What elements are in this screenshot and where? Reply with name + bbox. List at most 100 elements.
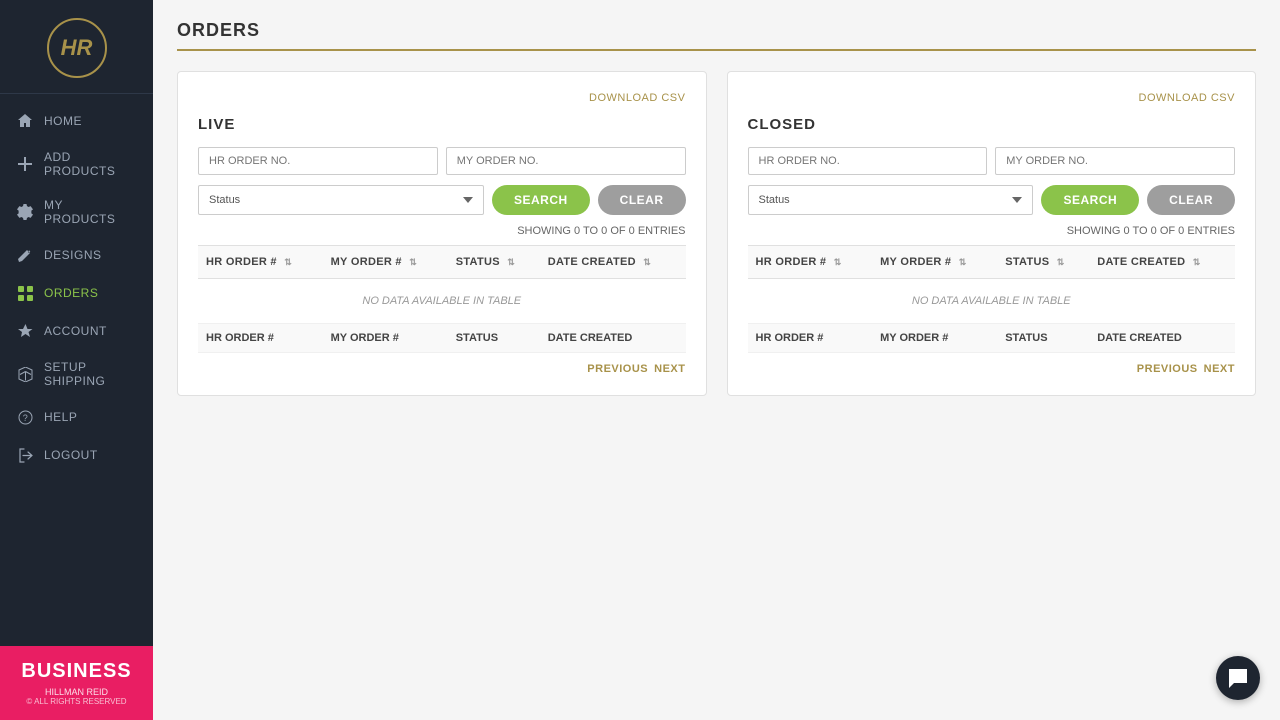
closed-download-csv-link[interactable]: DOWNLOAD CSV — [1139, 92, 1235, 104]
closed-th-date-created[interactable]: DATE CREATED ⇅ — [1089, 246, 1235, 279]
live-footer-status: STATUS — [448, 324, 540, 353]
sidebar-logo: HR — [0, 0, 153, 94]
gear-icon — [16, 203, 34, 221]
closed-footer-hr-order: HR ORDER # — [748, 324, 873, 353]
closed-table-header-row: HR ORDER # ⇅ MY ORDER # ⇅ STATUS ⇅ DAT — [748, 246, 1236, 279]
live-hr-order-input[interactable] — [198, 147, 438, 175]
live-search-row — [198, 147, 686, 175]
closed-footer-date-created: DATE CREATED — [1089, 324, 1235, 353]
sidebar-item-account-label: AcCouNT — [44, 324, 107, 338]
closed-status-select[interactable]: Status — [748, 185, 1034, 215]
closed-hr-order-input[interactable] — [748, 147, 988, 175]
closed-th-status[interactable]: STATUS ⇅ — [997, 246, 1089, 279]
live-status-select[interactable]: Status — [198, 185, 484, 215]
closed-entries-info: SHOWING 0 TO 0 OF 0 ENTRIES — [748, 225, 1236, 237]
sidebar-item-setup-shipping[interactable]: SETUP SHIPPING — [0, 350, 153, 398]
live-filter-row: Status SEARCH CLEAR — [198, 185, 686, 215]
live-th-date-created[interactable]: DATE CREATED ⇅ — [540, 246, 686, 279]
sidebar-item-add-products[interactable]: ADD PRODUCTS — [0, 140, 153, 188]
live-pagination: PREVIOUS NEXT — [198, 363, 686, 375]
live-th-my-order[interactable]: MY ORDER # ⇅ — [323, 246, 448, 279]
closed-sort-date-icon: ⇅ — [1193, 257, 1201, 268]
logout-icon — [16, 446, 34, 464]
page-divider — [177, 49, 1256, 51]
live-my-order-input[interactable] — [446, 147, 686, 175]
closed-my-order-input[interactable] — [995, 147, 1235, 175]
closed-table-footer-row: HR ORDER # MY ORDER # STATUS DATE CREATE… — [748, 324, 1236, 353]
live-footer-my-order: MY ORDER # — [323, 324, 448, 353]
live-footer-hr-order: HR ORDER # — [198, 324, 323, 353]
live-panel-title: LIVE — [198, 116, 686, 133]
closed-clear-button[interactable]: CLEAR — [1147, 185, 1235, 215]
live-th-status[interactable]: STATUS ⇅ — [448, 246, 540, 279]
closed-sort-status-icon: ⇅ — [1057, 257, 1065, 268]
live-clear-button[interactable]: CLEAR — [598, 185, 686, 215]
sidebar-item-logout-label: LOGOUT — [44, 448, 98, 462]
add-icon — [16, 155, 34, 173]
sidebar-item-orders-label: ORDERS — [44, 286, 98, 300]
sidebar-item-my-products-label: MY PRODUCTS — [44, 198, 137, 226]
closed-previous-button[interactable]: PREVIOUS — [1137, 363, 1198, 375]
sidebar-item-account[interactable]: AcCouNT — [0, 312, 153, 350]
closed-panel-header: DOWNLOAD CSV — [748, 92, 1236, 104]
main-content: ORDERS DOWNLOAD CSV LIVE Status SEARCH C… — [153, 0, 1280, 720]
sidebar-item-add-products-label: ADD PRODUCTS — [44, 150, 137, 178]
sidebar-item-orders[interactable]: ORDERS — [0, 274, 153, 312]
closed-th-my-order[interactable]: MY ORDER # ⇅ — [872, 246, 997, 279]
live-panel: DOWNLOAD CSV LIVE Status SEARCH CLEAR SH… — [177, 71, 707, 396]
live-table-header-row: HR ORDER # ⇅ MY ORDER # ⇅ STATUS ⇅ DAT — [198, 246, 686, 279]
closed-pagination: PREVIOUS NEXT — [748, 363, 1236, 375]
sidebar-item-my-products[interactable]: MY PRODUCTS — [0, 188, 153, 236]
brand-name: HILLMAN REID — [16, 687, 137, 697]
orders-icon — [16, 284, 34, 302]
closed-no-data-cell: NO DATA AVAILABLE IN TABLE — [748, 279, 1236, 324]
closed-footer-status: STATUS — [997, 324, 1089, 353]
live-download-csv-link[interactable]: DOWNLOAD CSV — [589, 92, 685, 104]
closed-search-button[interactable]: SEARCH — [1041, 185, 1139, 215]
live-search-button[interactable]: SEARCH — [492, 185, 590, 215]
question-icon: ? — [16, 408, 34, 426]
live-sort-status-icon: ⇅ — [507, 257, 515, 268]
closed-panel: DOWNLOAD CSV CLOSED Status SEARCH CLEAR … — [727, 71, 1257, 396]
closed-sort-hr-order-icon: ⇅ — [834, 257, 842, 268]
sidebar-item-designs-label: DESIGNS — [44, 248, 102, 262]
sidebar-bottom: BUSINESS HILLMAN REID © ALL RIGHTS RESER… — [0, 646, 153, 720]
live-sort-hr-order-icon: ⇅ — [284, 257, 292, 268]
sidebar-item-help-label: HELP — [44, 410, 77, 424]
live-next-button[interactable]: NEXT — [654, 363, 685, 375]
live-th-hr-order[interactable]: HR ORDER # ⇅ — [198, 246, 323, 279]
closed-next-button[interactable]: NEXT — [1204, 363, 1235, 375]
closed-filter-row: Status SEARCH CLEAR — [748, 185, 1236, 215]
sidebar-item-home-label: HOME — [44, 114, 82, 128]
live-data-table: HR ORDER # ⇅ MY ORDER # ⇅ STATUS ⇅ DAT — [198, 245, 686, 353]
sidebar-item-help[interactable]: ? HELP — [0, 398, 153, 436]
business-label: BUSINESS — [16, 660, 137, 683]
live-panel-header: DOWNLOAD CSV — [198, 92, 686, 104]
closed-sort-my-order-icon: ⇅ — [959, 257, 967, 268]
svg-text:?: ? — [22, 413, 28, 423]
sidebar-nav: HOME ADD PRODUCTS MY PRODUCTS DESIGNS — [0, 94, 153, 646]
closed-search-row — [748, 147, 1236, 175]
star-icon — [16, 322, 34, 340]
closed-th-hr-order[interactable]: HR ORDER # ⇅ — [748, 246, 873, 279]
live-table-footer-row: HR ORDER # MY ORDER # STATUS DATE CREATE… — [198, 324, 686, 353]
closed-panel-title: CLOSED — [748, 116, 1236, 133]
orders-grid: DOWNLOAD CSV LIVE Status SEARCH CLEAR SH… — [177, 71, 1256, 396]
live-previous-button[interactable]: PREVIOUS — [587, 363, 648, 375]
sidebar-item-designs[interactable]: DESIGNS — [0, 236, 153, 274]
sidebar: HR HOME ADD PRODUCTS MY PRODUCTS — [0, 0, 153, 720]
sidebar-item-setup-shipping-label: SETUP SHIPPING — [44, 360, 137, 388]
live-sort-my-order-icon: ⇅ — [409, 257, 417, 268]
closed-footer-my-order: MY ORDER # — [872, 324, 997, 353]
brand-rights: © ALL RIGHTS RESERVED — [16, 697, 137, 706]
chat-button[interactable] — [1216, 656, 1260, 700]
live-no-data-row: NO DATA AVAILABLE IN TABLE — [198, 279, 686, 324]
live-entries-info: SHOWING 0 TO 0 OF 0 ENTRIES — [198, 225, 686, 237]
sidebar-item-home[interactable]: HOME — [0, 102, 153, 140]
logo-icon: HR — [47, 18, 107, 78]
live-sort-date-icon: ⇅ — [643, 257, 651, 268]
box-icon — [16, 365, 34, 383]
live-no-data-cell: NO DATA AVAILABLE IN TABLE — [198, 279, 686, 324]
closed-data-table: HR ORDER # ⇅ MY ORDER # ⇅ STATUS ⇅ DAT — [748, 245, 1236, 353]
sidebar-item-logout[interactable]: LOGOUT — [0, 436, 153, 474]
